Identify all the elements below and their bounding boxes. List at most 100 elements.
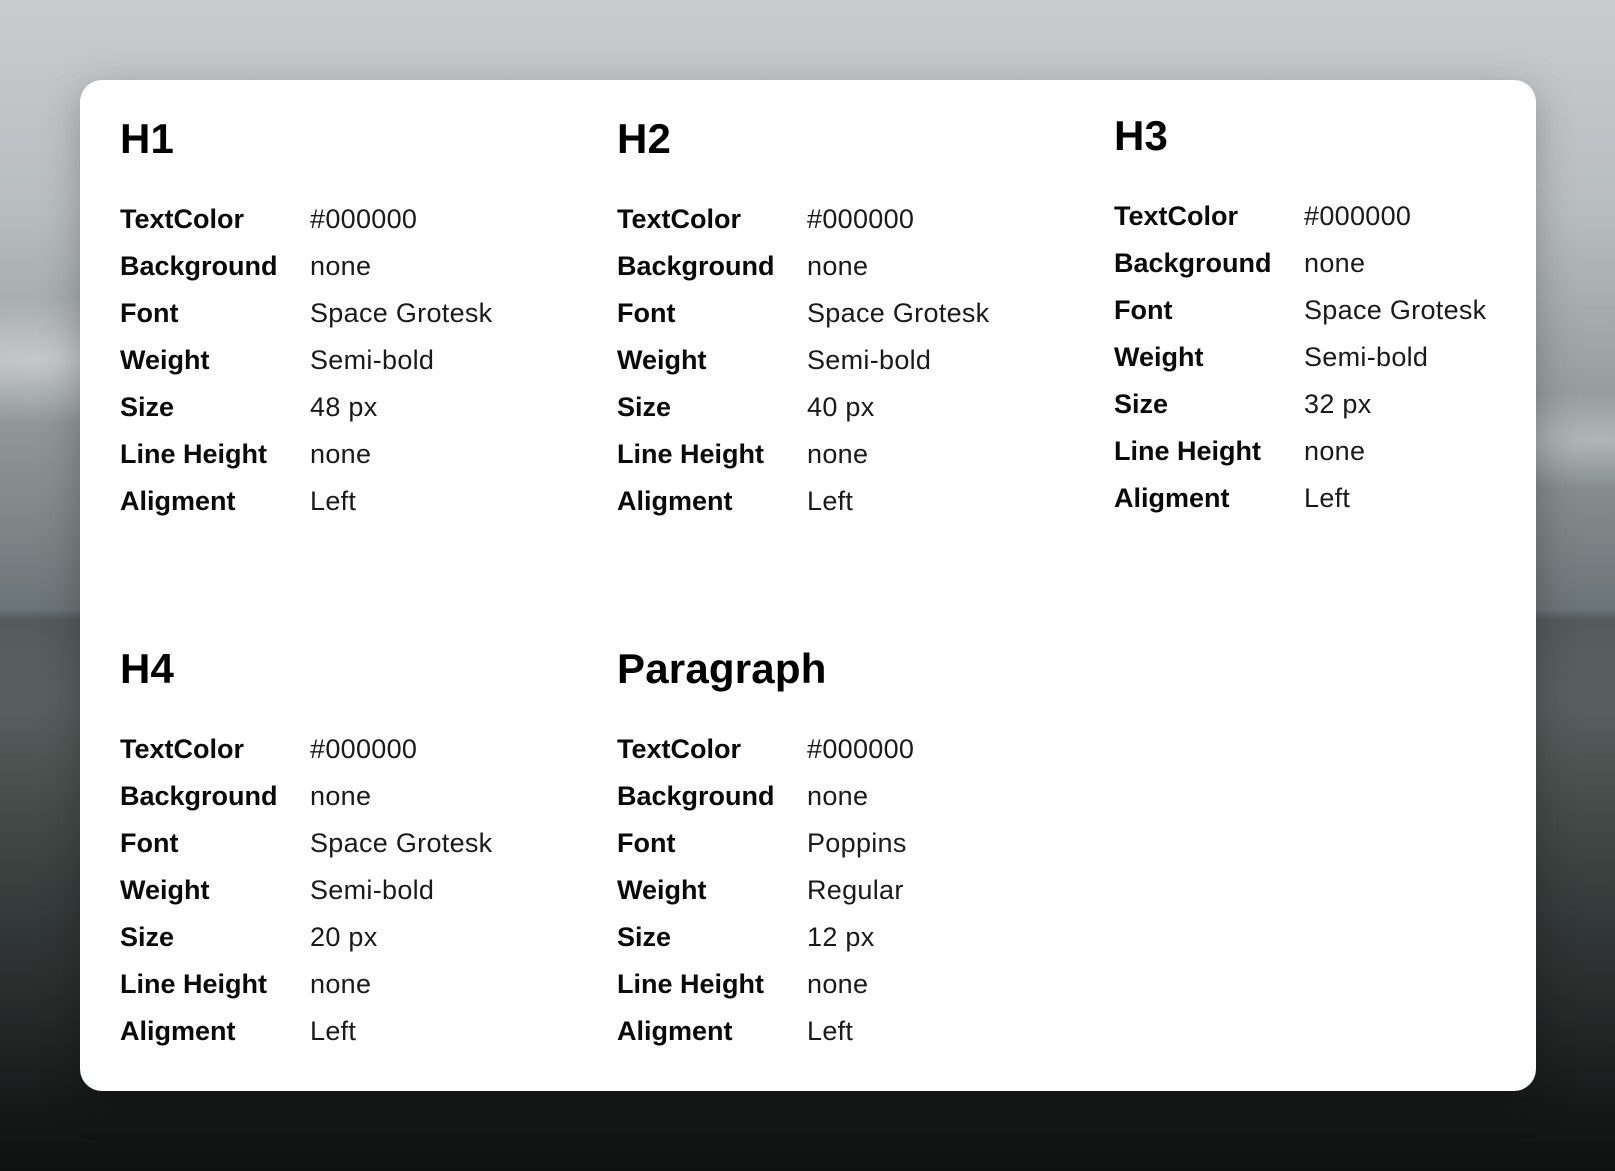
property-value: Left — [1304, 483, 1351, 513]
property-label: Font — [1114, 295, 1173, 325]
property-label: Weight — [617, 875, 707, 905]
section-title: H3 — [1114, 112, 1169, 159]
property-value: none — [807, 251, 869, 281]
section-h2: H2 TextColor #000000 Background none Font S… — [617, 114, 1077, 525]
property-value: 32 px — [1304, 389, 1372, 419]
property-value: none — [310, 969, 372, 999]
section-h3: H3 TextColor #000000 Background none Font S… — [1114, 111, 1574, 522]
property-row-background: Background none — [617, 773, 1077, 820]
typography-spec-card: H1 TextColor #000000 Background none Font S… — [80, 80, 1536, 1091]
property-label: Line Height — [1114, 436, 1261, 466]
property-label: Aligment — [120, 486, 236, 516]
property-value: Left — [310, 1016, 357, 1046]
property-value: none — [1304, 436, 1366, 466]
property-value: Semi-bold — [807, 345, 932, 375]
property-value: #000000 — [807, 204, 915, 234]
property-row-weight: Weight Semi-bold — [1114, 334, 1574, 381]
property-row-alignment: Aligment Left — [617, 478, 1077, 525]
property-row-alignment: Aligment Left — [1114, 475, 1574, 522]
property-value: Space Grotesk — [310, 828, 493, 858]
property-list: TextColor #000000 Background none Font Popp… — [617, 726, 1077, 1055]
property-value: Left — [807, 486, 854, 516]
property-row-font: Font Space Grotesk — [120, 820, 580, 867]
property-row-weight: Weight Semi-bold — [617, 337, 1077, 384]
property-row-size: Size 48 px — [120, 384, 580, 431]
property-label: Font — [120, 298, 179, 328]
section-h1: H1 TextColor #000000 Background none Font S… — [120, 114, 580, 525]
property-row-textcolor: TextColor #000000 — [617, 726, 1077, 773]
section-title: Paragraph — [617, 645, 827, 692]
property-list: TextColor #000000 Background none Font Spac… — [617, 196, 1077, 525]
property-label: Line Height — [120, 969, 267, 999]
property-row-textcolor: TextColor #000000 — [120, 726, 580, 773]
property-list: TextColor #000000 Background none Font Spac… — [120, 726, 580, 1055]
property-row-line-height: Line Height none — [1114, 428, 1574, 475]
property-row-background: Background none — [120, 773, 580, 820]
property-row-weight: Weight Semi-bold — [120, 337, 580, 384]
property-label: Size — [120, 392, 175, 422]
property-value: Left — [310, 486, 357, 516]
property-row-textcolor: TextColor #000000 — [617, 196, 1077, 243]
property-value: #000000 — [807, 734, 915, 764]
property-label: TextColor — [120, 734, 245, 764]
property-label: Weight — [120, 875, 210, 905]
property-row-font: Font Space Grotesk — [1114, 287, 1574, 334]
property-value: Space Grotesk — [310, 298, 493, 328]
property-label: TextColor — [617, 734, 742, 764]
property-row-font: Font Space Grotesk — [120, 290, 580, 337]
property-value: Regular — [807, 875, 904, 905]
property-value: Semi-bold — [310, 875, 435, 905]
section-title: H2 — [617, 115, 672, 162]
property-value: Space Grotesk — [1304, 295, 1487, 325]
property-row-line-height: Line Height none — [617, 961, 1077, 1008]
property-label: Font — [617, 828, 676, 858]
property-list: TextColor #000000 Background none Font Spac… — [120, 196, 580, 525]
property-label: Background — [617, 251, 775, 281]
property-list: TextColor #000000 Background none Font Spac… — [1114, 193, 1574, 522]
property-value: #000000 — [310, 204, 418, 234]
property-value: 40 px — [807, 392, 875, 422]
property-label: Background — [120, 781, 278, 811]
property-row-weight: Weight Semi-bold — [120, 867, 580, 914]
property-label: Size — [120, 922, 175, 952]
property-row-background: Background none — [120, 243, 580, 290]
property-value: 12 px — [807, 922, 875, 952]
property-value: #000000 — [310, 734, 418, 764]
property-label: Line Height — [617, 969, 764, 999]
property-label: Line Height — [120, 439, 267, 469]
property-value: #000000 — [1304, 201, 1412, 231]
property-row-weight: Weight Regular — [617, 867, 1077, 914]
section-title: H1 — [120, 115, 175, 162]
property-label: Background — [120, 251, 278, 281]
property-value: Semi-bold — [1304, 342, 1429, 372]
property-value: 48 px — [310, 392, 378, 422]
property-value: 20 px — [310, 922, 378, 952]
property-row-line-height: Line Height none — [120, 431, 580, 478]
property-label: Size — [617, 922, 672, 952]
property-label: TextColor — [617, 204, 742, 234]
property-row-line-height: Line Height none — [617, 431, 1077, 478]
property-row-font: Font Poppins — [617, 820, 1077, 867]
property-row-textcolor: TextColor #000000 — [1114, 193, 1574, 240]
property-row-size: Size 20 px — [120, 914, 580, 961]
section-title: H4 — [120, 645, 175, 692]
property-row-textcolor: TextColor #000000 — [120, 196, 580, 243]
property-label: TextColor — [1114, 201, 1239, 231]
property-row-size: Size 12 px — [617, 914, 1077, 961]
property-label: Aligment — [120, 1016, 236, 1046]
property-value: Semi-bold — [310, 345, 435, 375]
property-value: none — [807, 969, 869, 999]
section-paragraph: Paragraph TextColor #000000 Background non… — [617, 644, 1077, 1055]
property-label: Weight — [120, 345, 210, 375]
property-row-alignment: Aligment Left — [120, 1008, 580, 1055]
property-value: none — [310, 251, 372, 281]
property-value: none — [310, 781, 372, 811]
property-label: Font — [120, 828, 179, 858]
property-value: Space Grotesk — [807, 298, 990, 328]
property-label: Aligment — [617, 486, 733, 516]
property-value: Left — [807, 1016, 854, 1046]
property-label: Background — [617, 781, 775, 811]
property-value: none — [1304, 248, 1366, 278]
property-row-alignment: Aligment Left — [120, 478, 580, 525]
property-label: Aligment — [1114, 483, 1230, 513]
